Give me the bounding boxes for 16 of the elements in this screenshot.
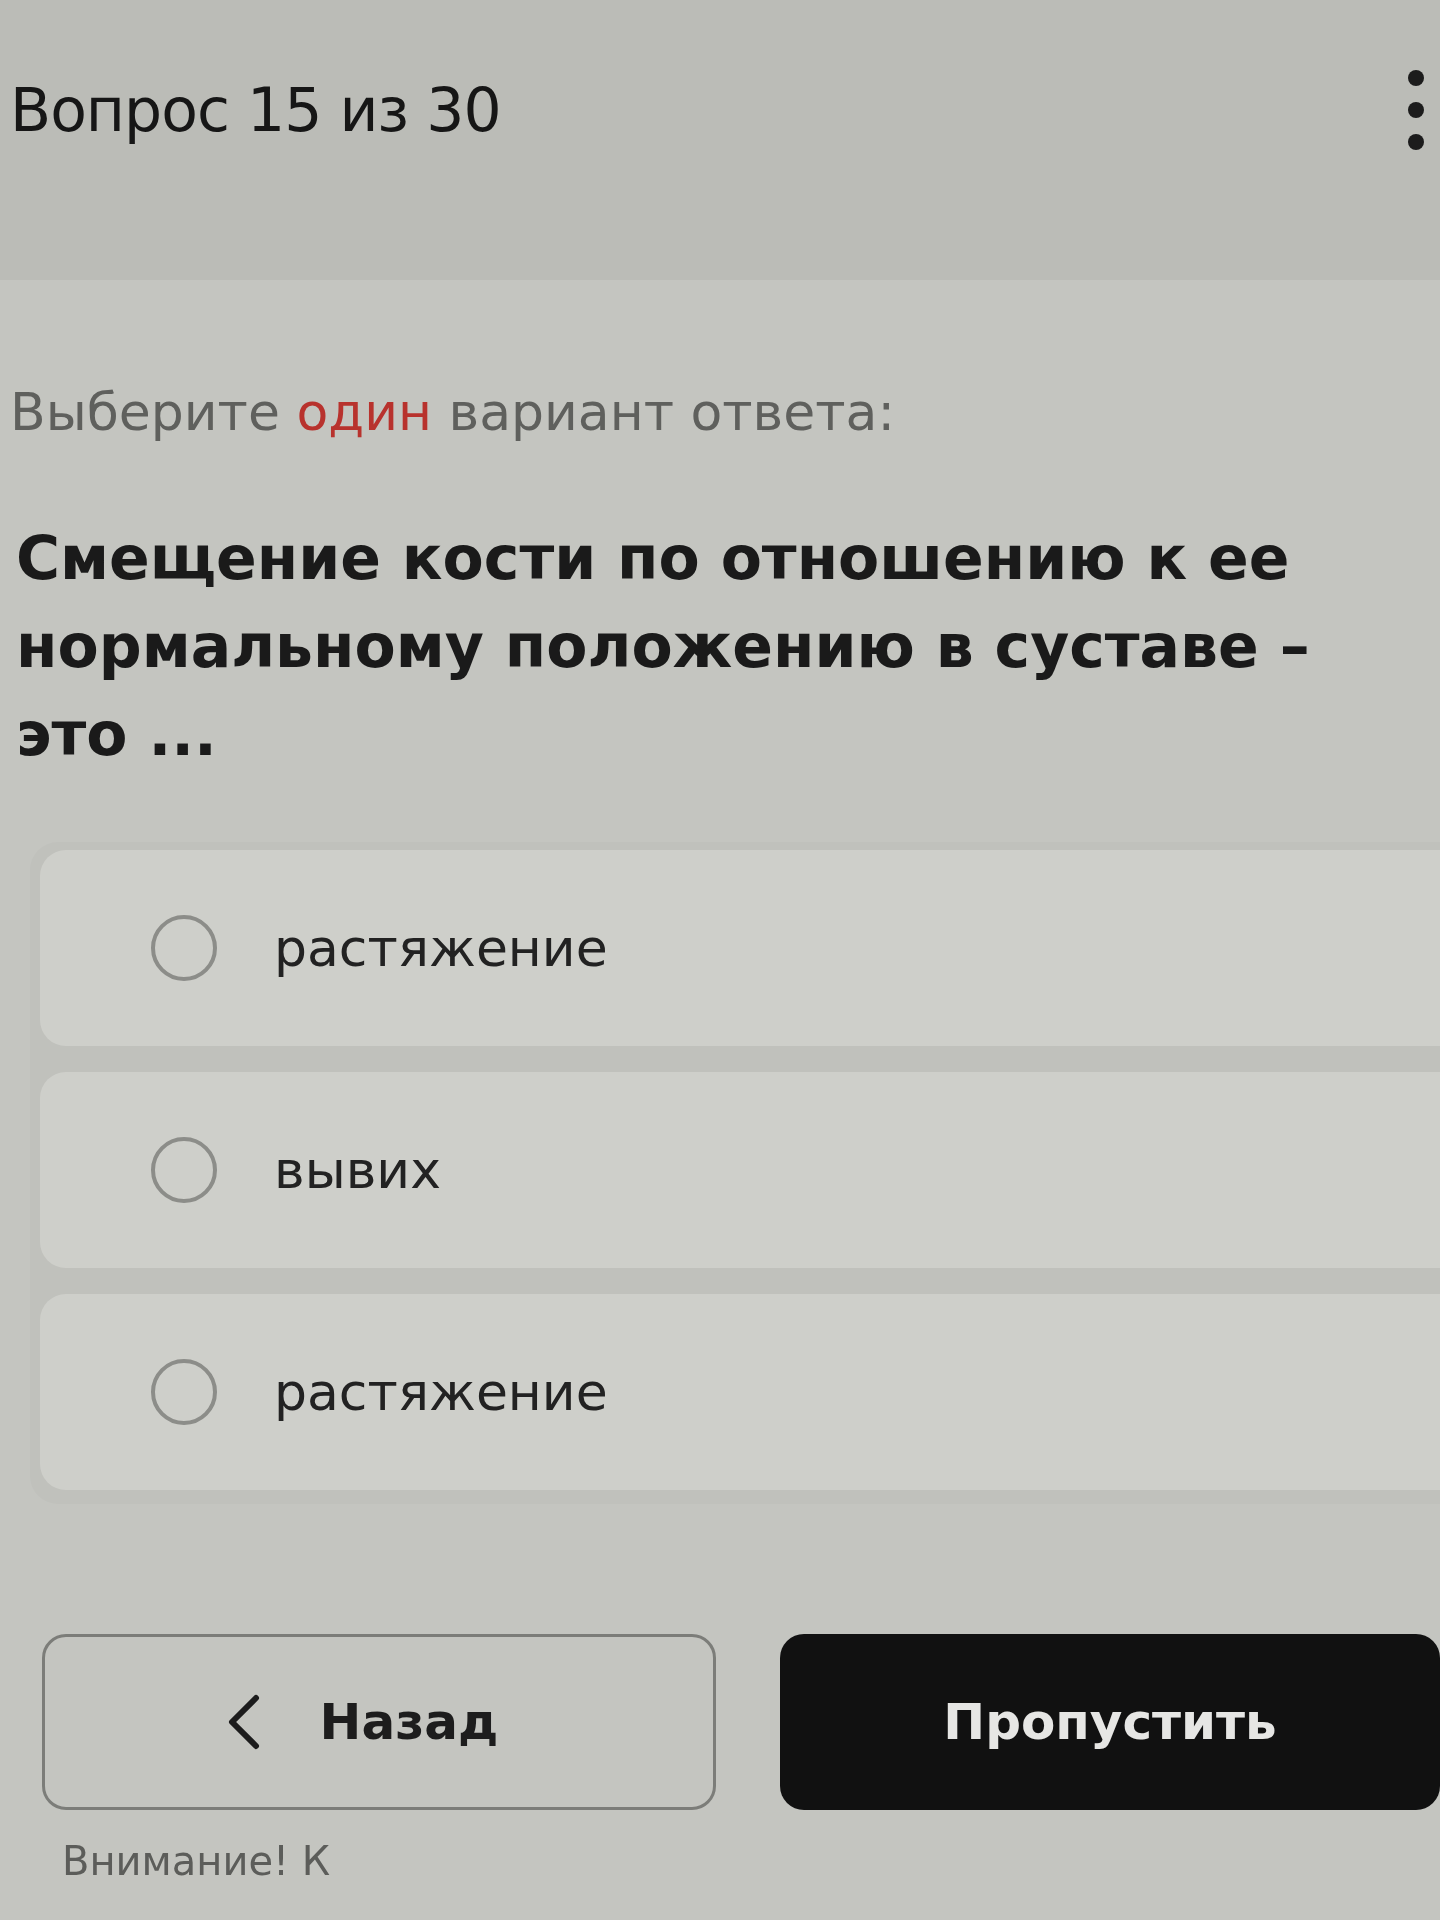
back-button[interactable]: Назад bbox=[42, 1634, 716, 1810]
option-label: вывих bbox=[274, 1140, 441, 1200]
answer-option[interactable]: растяжение bbox=[40, 850, 1440, 1046]
more-menu-icon[interactable] bbox=[1406, 68, 1426, 152]
question-text: Смещение кости по отношению к ее нормальному положению в суставе – это ... bbox=[16, 522, 1311, 771]
skip-button[interactable]: Пропустить bbox=[780, 1634, 1440, 1810]
answer-option[interactable]: вывих bbox=[40, 1072, 1440, 1268]
instruction-text: Выберите один вариант ответа: bbox=[10, 381, 896, 444]
radio-button-icon[interactable] bbox=[150, 1358, 218, 1426]
option-label: растяжение bbox=[274, 918, 608, 978]
radio-button-icon[interactable] bbox=[150, 914, 218, 982]
radio-button-icon[interactable] bbox=[150, 1136, 218, 1204]
option-label: растяжение bbox=[274, 1362, 608, 1422]
question-counter: Вопрос 15 из 30 bbox=[10, 75, 501, 145]
answer-option[interactable]: растяжение bbox=[40, 1294, 1440, 1490]
notice-text: Внимание! К bbox=[62, 1837, 332, 1886]
